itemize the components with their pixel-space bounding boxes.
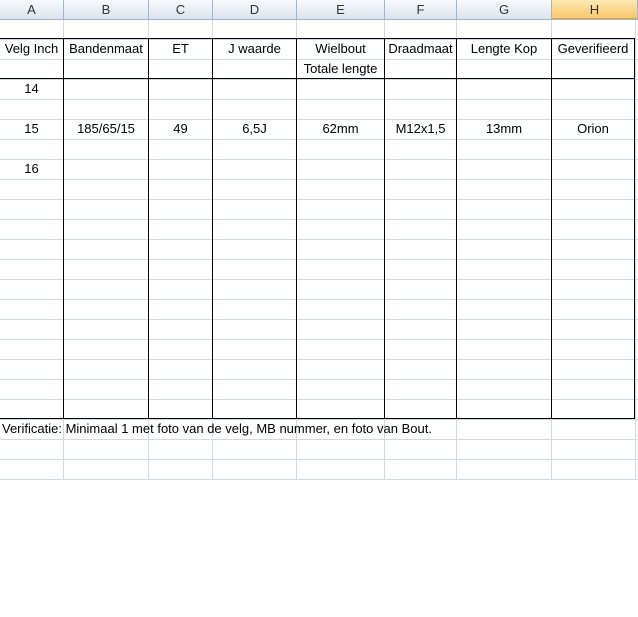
column-header-d[interactable]: D bbox=[213, 0, 297, 19]
header-velg-inch[interactable]: Velg Inch bbox=[0, 39, 63, 59]
column-header-h[interactable]: H bbox=[552, 0, 638, 19]
spreadsheet: A B C D E F G H Velg Inch Bandenmaat ET … bbox=[0, 0, 638, 617]
column-header-g[interactable]: G bbox=[457, 0, 552, 19]
verification-note[interactable]: Verificatie: Minimaal 1 met foto van de … bbox=[2, 419, 432, 439]
header-bandenmaat[interactable]: Bandenmaat bbox=[64, 39, 148, 59]
cell-velg-inch-14[interactable]: 14 bbox=[0, 79, 63, 99]
cell-et[interactable]: 49 bbox=[149, 119, 212, 139]
column-header-c[interactable]: C bbox=[149, 0, 213, 19]
cell-lengte-kop[interactable]: 13mm bbox=[457, 119, 551, 139]
cell-velg-inch-15[interactable]: 15 bbox=[0, 119, 63, 139]
header-geverifieerd[interactable]: Geverifieerd bbox=[552, 39, 634, 59]
column-header-e[interactable]: E bbox=[297, 0, 385, 19]
cell-j-waarde[interactable]: 6,5J bbox=[213, 119, 296, 139]
column-header-a[interactable]: A bbox=[0, 0, 64, 19]
cell-draadmaat[interactable]: M12x1,5 bbox=[385, 119, 456, 139]
cell-bandenmaat[interactable]: 185/65/15 bbox=[64, 119, 148, 139]
header-et[interactable]: ET bbox=[149, 39, 212, 59]
cell-wielbout-lengte[interactable]: 62mm bbox=[297, 119, 384, 139]
header-wielbout[interactable]: Wielbout bbox=[297, 39, 384, 59]
cell-velg-inch-16[interactable]: 16 bbox=[0, 159, 63, 179]
column-header-b[interactable]: B bbox=[64, 0, 149, 19]
column-header-bar: A B C D E F G H bbox=[0, 0, 638, 20]
cell-geverifieerd[interactable]: Orion bbox=[552, 119, 634, 139]
header-totale-lengte[interactable]: Totale lengte bbox=[297, 59, 384, 79]
header-draadmaat[interactable]: Draadmaat bbox=[385, 39, 456, 59]
header-j-waarde[interactable]: J waarde bbox=[213, 39, 296, 59]
column-header-f[interactable]: F bbox=[385, 0, 457, 19]
header-lengte-kop[interactable]: Lengte Kop bbox=[457, 39, 551, 59]
